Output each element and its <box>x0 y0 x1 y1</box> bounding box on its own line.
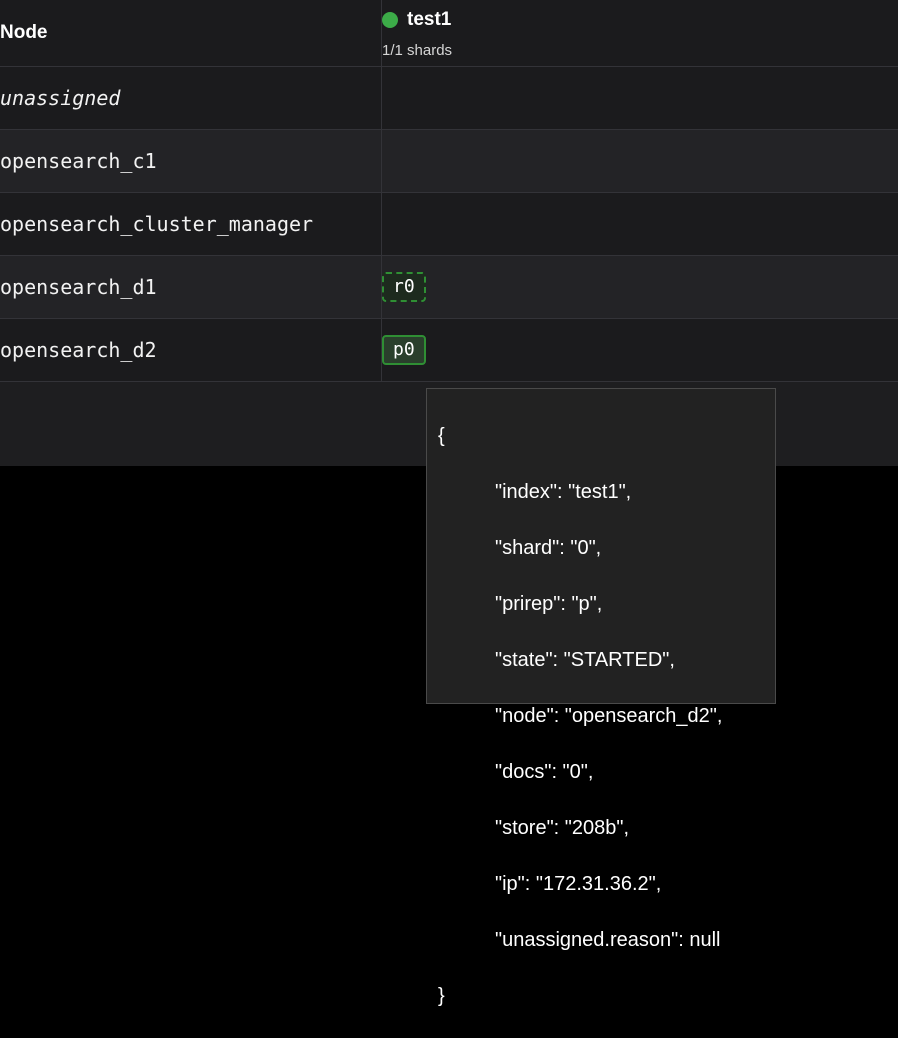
json-line: "docs": "0", <box>438 758 775 786</box>
node-name: opensearch_d1 <box>0 255 382 318</box>
shard-cell: r0 <box>382 255 898 318</box>
json-line: "unassigned.reason": null <box>438 926 775 954</box>
shard-allocation-table: Node test1 1/1 shards unassigned opensea… <box>0 0 898 382</box>
index-health-icon <box>382 12 398 28</box>
shard-cell <box>382 192 898 255</box>
node-name: opensearch_c1 <box>0 129 382 192</box>
shard-cell <box>382 129 898 192</box>
node-column-header: Node <box>0 0 382 66</box>
index-title: test1 <box>382 9 898 31</box>
node-name-unassigned: unassigned <box>0 66 382 129</box>
json-open-brace: { <box>438 422 775 450</box>
index-name: test1 <box>407 9 451 31</box>
index-shard-count: 1/1 shards <box>382 42 898 59</box>
json-line: "shard": "0", <box>438 534 775 562</box>
node-name: opensearch_cluster_manager <box>0 192 382 255</box>
json-close-brace: } <box>438 982 775 1010</box>
table-row: opensearch_c1 <box>0 129 898 192</box>
table-row: opensearch_d1 r0 <box>0 255 898 318</box>
shard-cell <box>382 66 898 129</box>
shard-details-tooltip: { "index": "test1", "shard": "0", "prire… <box>426 388 776 704</box>
table-row: unassigned <box>0 66 898 129</box>
table-header-row: Node test1 1/1 shards <box>0 0 898 66</box>
json-line: "prirep": "p", <box>438 590 775 618</box>
json-line: "node": "opensearch_d2", <box>438 702 775 730</box>
shard-cell: p0 <box>382 318 898 381</box>
primary-shard-badge[interactable]: p0 <box>382 335 426 365</box>
table-row: opensearch_cluster_manager <box>0 192 898 255</box>
index-column-header[interactable]: test1 1/1 shards <box>382 0 898 66</box>
replica-shard-badge[interactable]: r0 <box>382 272 426 302</box>
json-line: "ip": "172.31.36.2", <box>438 870 775 898</box>
json-line: "index": "test1", <box>438 478 775 506</box>
node-name: opensearch_d2 <box>0 318 382 381</box>
json-line: "store": "208b", <box>438 814 775 842</box>
json-line: "state": "STARTED", <box>438 646 775 674</box>
table-row: opensearch_d2 p0 <box>0 318 898 381</box>
